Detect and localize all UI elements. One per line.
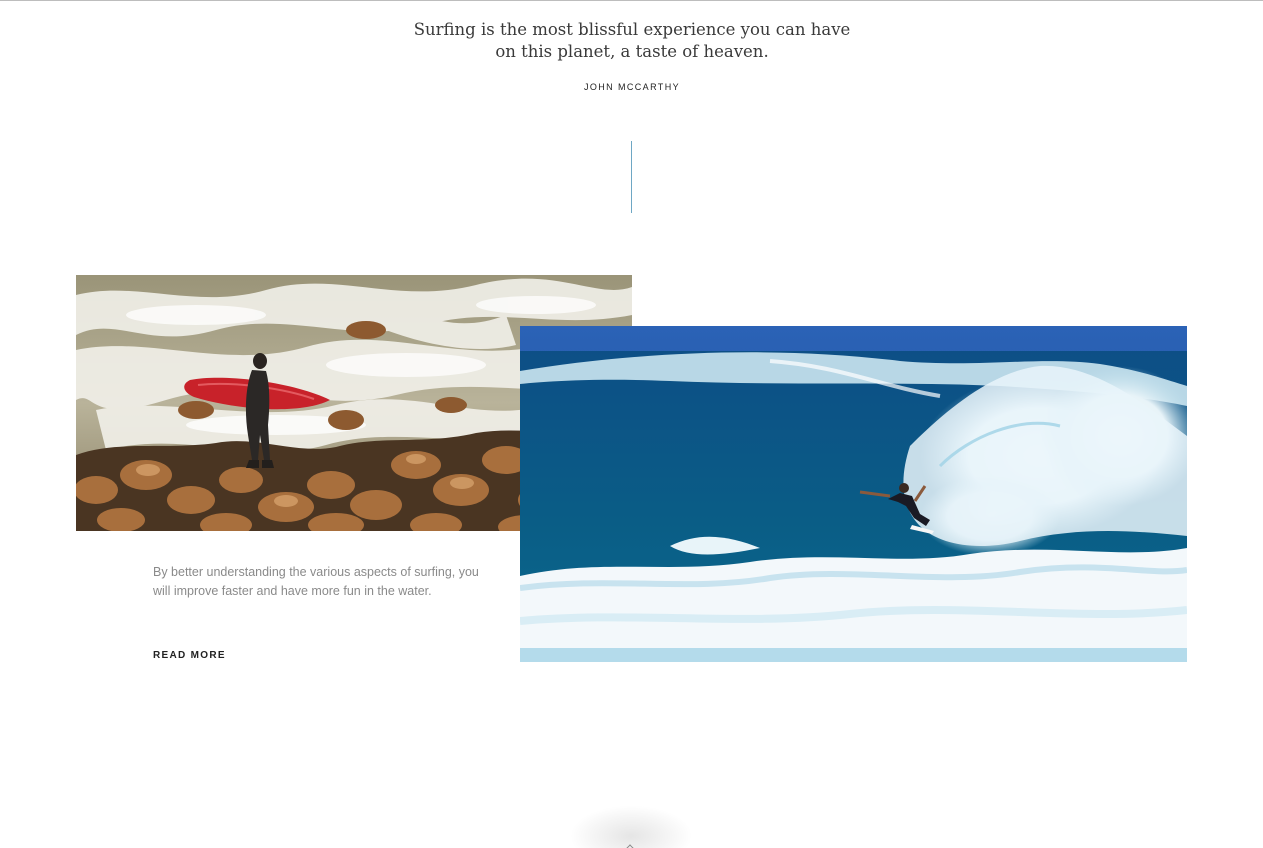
read-more-link[interactable]: READ MORE (153, 650, 226, 661)
vertical-divider (631, 141, 632, 213)
quote-text: Surfing is the most blissful experience … (332, 19, 932, 63)
quote-author: JOHN MCCARTHY (583, 82, 681, 92)
quote-line-2: on this planet, a taste of heaven. (495, 42, 769, 61)
chevron-up-icon (624, 844, 636, 848)
top-border (0, 0, 1263, 1)
quote-line-1: Surfing is the most blissful experience … (413, 20, 851, 39)
scroll-to-top-button[interactable] (571, 806, 691, 848)
post-excerpt: By better understanding the various aspe… (153, 565, 479, 598)
surfer-wave-image[interactable] (520, 326, 1187, 662)
